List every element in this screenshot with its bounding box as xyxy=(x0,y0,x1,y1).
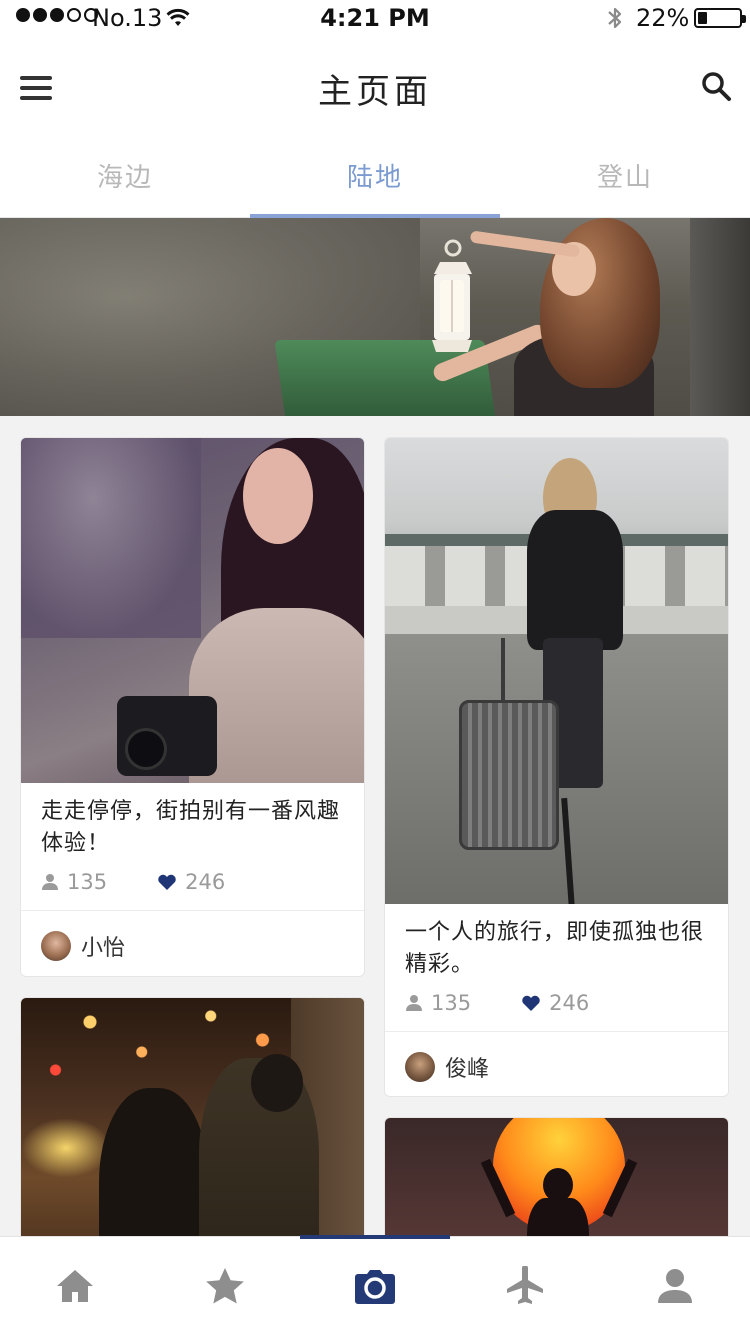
category-tabs: 海边 陆地 登山 xyxy=(0,140,750,218)
camera-icon xyxy=(355,1270,395,1304)
post-body: 走走停停，街拍别有一番风趣体验！ 135 246 小怡 xyxy=(21,796,364,976)
post-card[interactable]: 走走停停，街拍别有一番风趣体验！ 135 246 小怡 xyxy=(20,437,365,977)
post-photo[interactable] xyxy=(385,438,728,904)
battery-icon xyxy=(694,8,746,28)
post-card[interactable]: 一个人的旅行，即使孤独也很精彩。 135 246 俊峰 xyxy=(384,437,729,1097)
user-icon xyxy=(658,1269,692,1303)
post-body: 一个人的旅行，即使孤独也很精彩。 135 246 俊峰 xyxy=(385,917,728,1096)
avatar[interactable] xyxy=(405,1052,435,1082)
view-count: 135 xyxy=(67,870,108,894)
viewer-icon xyxy=(406,995,422,1011)
post-stats: 135 246 xyxy=(385,991,728,1015)
nav-travel[interactable] xyxy=(450,1237,600,1334)
nav-home[interactable] xyxy=(0,1237,150,1334)
post-author[interactable]: 小怡 xyxy=(21,911,364,976)
view-count: 135 xyxy=(431,991,472,1015)
author-name[interactable]: 俊峰 xyxy=(445,1051,489,1083)
page-title: 主页面 xyxy=(318,72,432,112)
bluetooth-icon xyxy=(608,7,622,29)
search-icon[interactable] xyxy=(700,70,732,102)
nav-profile[interactable] xyxy=(600,1237,750,1334)
status-bar: No.13 4:21 PM 22% xyxy=(0,0,750,36)
author-name[interactable]: 小怡 xyxy=(81,930,125,962)
like-count: 246 xyxy=(185,870,226,894)
viewer-icon xyxy=(42,874,58,890)
nav-favorites[interactable] xyxy=(150,1237,300,1334)
post-caption: 走走停停，街拍别有一番风趣体验！ xyxy=(41,799,341,856)
featured-banner-image[interactable] xyxy=(0,218,750,416)
post-photo[interactable] xyxy=(21,438,364,783)
star-icon xyxy=(206,1268,244,1304)
avatar[interactable] xyxy=(41,931,71,961)
post-stats: 135 246 xyxy=(21,870,364,894)
app-screen: No.13 4:21 PM 22% 主页面 海边 陆地 登山 走走停停，街拍别有… xyxy=(0,0,750,1334)
heart-icon[interactable] xyxy=(157,873,177,891)
bottom-navigation xyxy=(0,1235,750,1334)
home-icon xyxy=(57,1270,93,1302)
tab-seaside[interactable]: 海边 xyxy=(0,140,250,218)
app-header: 主页面 xyxy=(0,36,750,140)
heart-icon[interactable] xyxy=(521,994,541,1012)
tab-mountain[interactable]: 登山 xyxy=(500,140,750,218)
tab-land[interactable]: 陆地 xyxy=(250,140,500,218)
lantern-illustration xyxy=(432,239,472,352)
nav-camera[interactable] xyxy=(300,1237,450,1334)
like-count: 246 xyxy=(549,991,590,1015)
battery-percent: 22% xyxy=(636,4,690,32)
plane-icon xyxy=(507,1266,543,1304)
post-author[interactable]: 俊峰 xyxy=(385,1032,728,1096)
post-caption: 一个人的旅行，即使孤独也很精彩。 xyxy=(405,920,705,977)
